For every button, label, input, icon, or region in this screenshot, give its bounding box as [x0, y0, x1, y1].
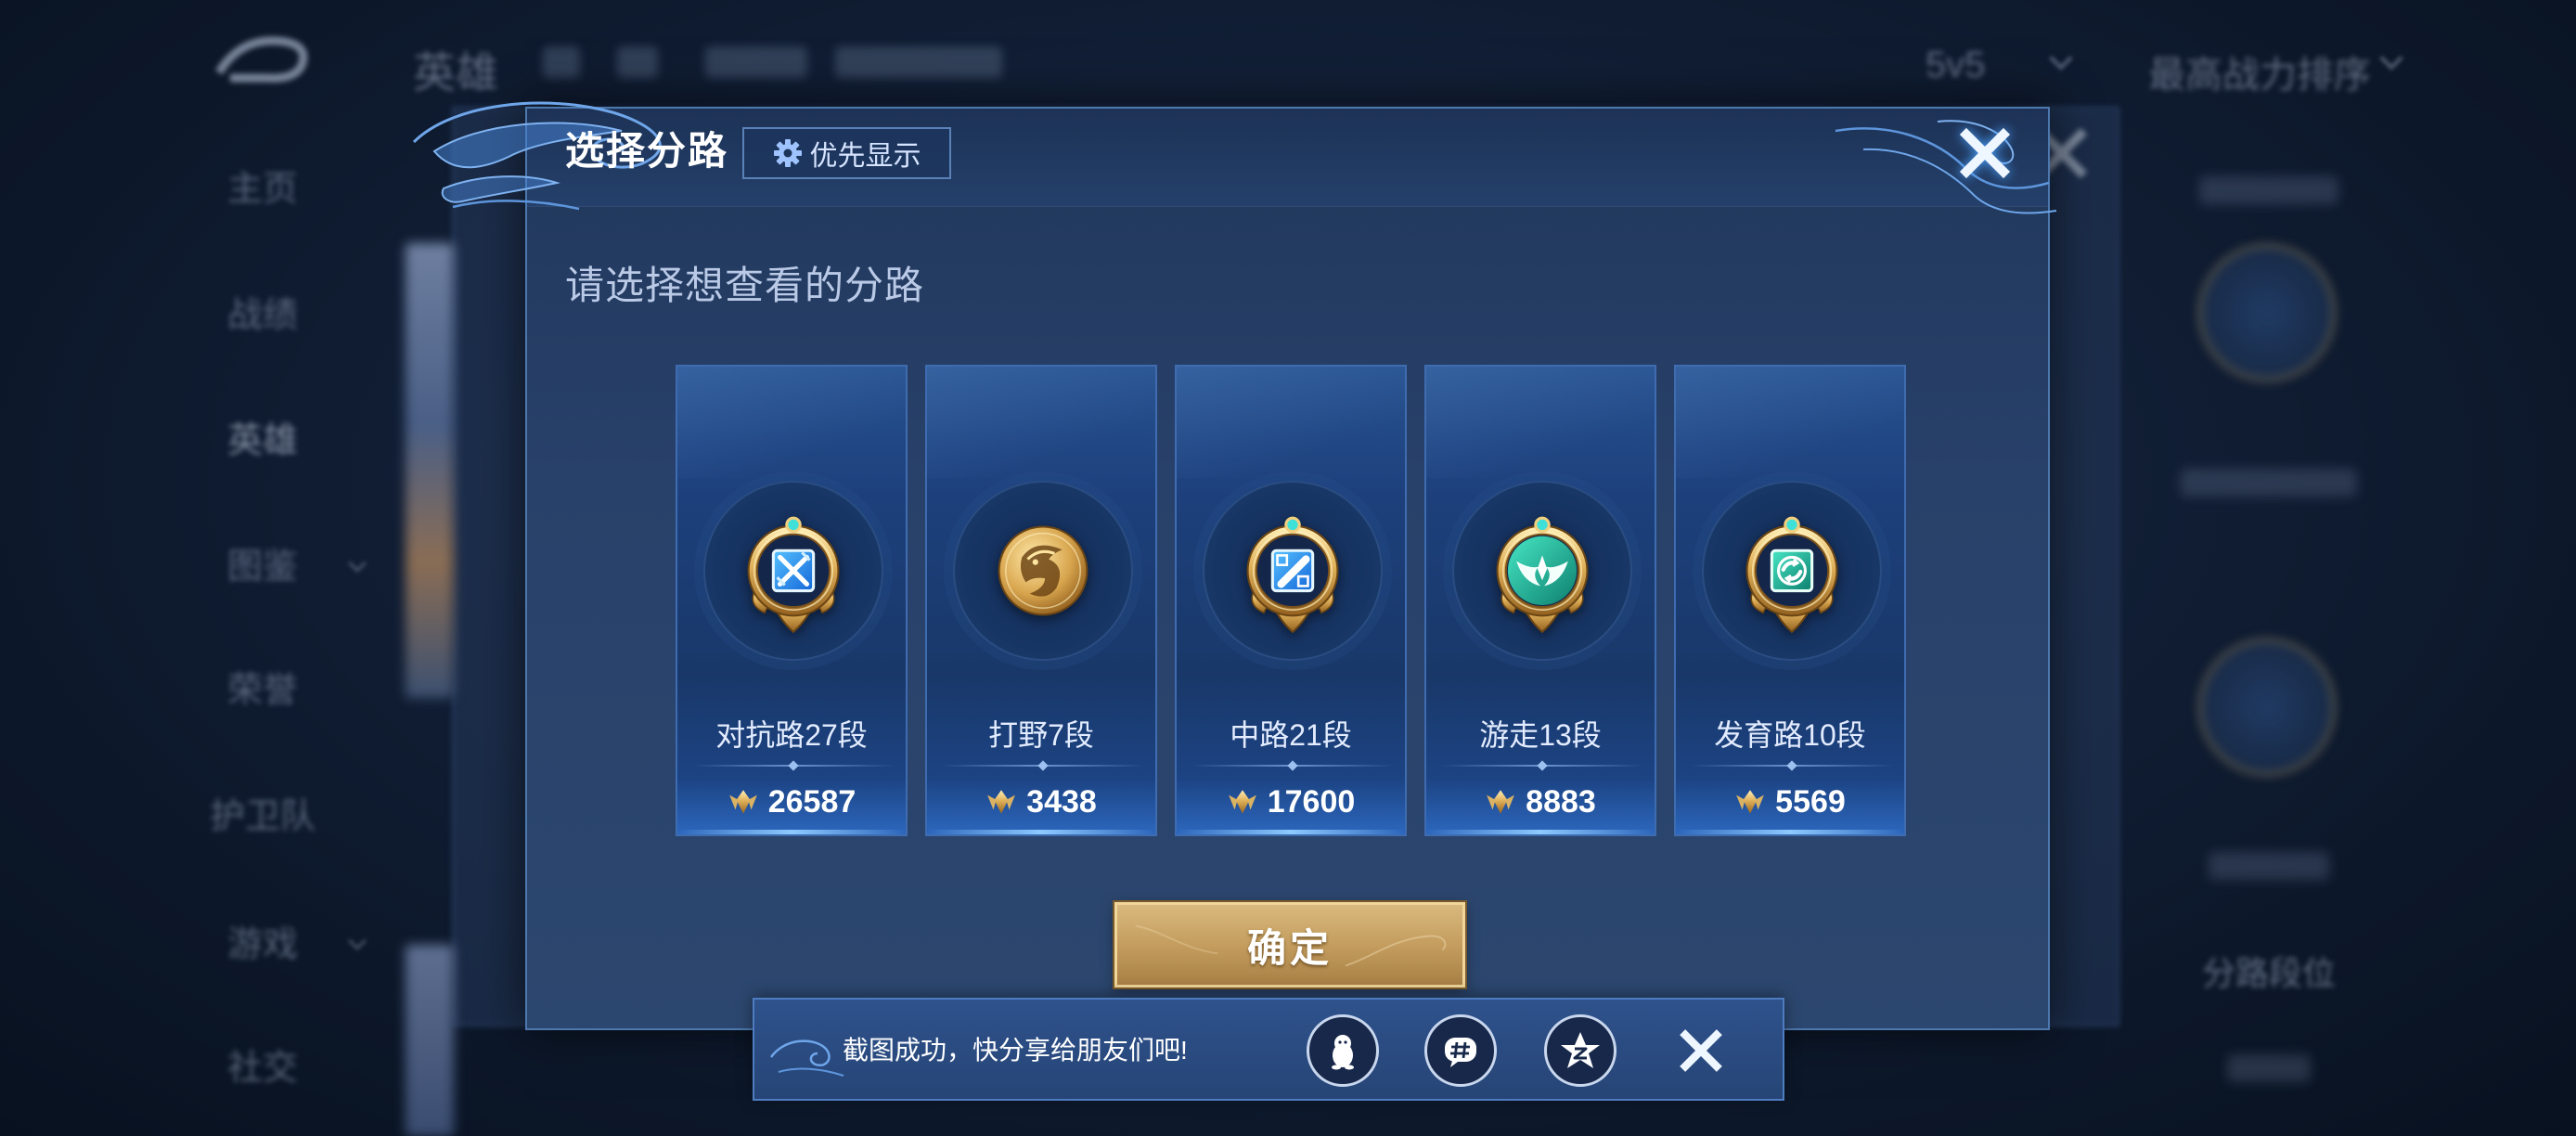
top-bar-tab[interactable] [617, 46, 658, 78]
lane-label: 游走13段 [1479, 718, 1602, 752]
lane-score: 26587 [677, 783, 906, 820]
power-icon [1736, 790, 1765, 814]
clash-lane-emblem-icon [747, 516, 840, 634]
lane-score: 3438 [927, 783, 1155, 820]
sidebar-item-honor[interactable]: 荣誉 [184, 668, 341, 713]
lane-card-roam[interactable]: 游走13段 8883 [1424, 365, 1656, 836]
lane-score: 8883 [1426, 783, 1655, 820]
card-glow [927, 830, 1155, 834]
chevron-down-icon [348, 932, 367, 950]
share-moments-button[interactable] [1424, 1014, 1497, 1087]
chevron-down-icon [2379, 46, 2403, 71]
card-glow [1426, 830, 1655, 834]
card-sheen [677, 367, 906, 478]
moments-icon [1445, 1038, 1476, 1067]
close-icon[interactable] [1676, 1026, 1726, 1076]
card-glow [1177, 830, 1405, 834]
card-sheen [1177, 367, 1405, 478]
lane-select-dialog: 选择分路 优先显示 请选择想查看的分路 对抗路27段 26587 打野7段 34… [412, 101, 2057, 1030]
lane-label: 中路21段 [1230, 718, 1352, 752]
qq-icon [1332, 1035, 1354, 1070]
lane-emblem-icon [2197, 243, 2337, 382]
lane-card-jungle[interactable]: 打野7段 3438 [925, 365, 1157, 836]
score-value: 5569 [1775, 783, 1846, 820]
lane-card-farm[interactable]: 发育路10段 5569 [1674, 365, 1906, 836]
divider [1440, 760, 1644, 771]
lane-card-mid[interactable]: 中路21段 17600 [1175, 365, 1407, 836]
chevron-down-icon [348, 554, 367, 573]
share-qzone-button[interactable] [1544, 1014, 1616, 1087]
power-icon [728, 790, 757, 814]
sidebar-item-games[interactable]: 游戏 [184, 923, 341, 967]
dialog-prompt: 请选择想查看的分路 [565, 264, 925, 307]
priority-display-button[interactable]: 优先显示 [742, 127, 951, 179]
sidebar-item-guard[interactable]: 护卫队 [184, 794, 341, 839]
confirm-label: 确定 [1246, 925, 1333, 970]
right-panel-label [2181, 469, 2357, 497]
close-icon[interactable] [1955, 123, 2015, 183]
card-sheen [1676, 367, 1904, 478]
sidebar-item-social[interactable]: 社交 [184, 1046, 341, 1091]
qzone-icon [1561, 1032, 1600, 1068]
jungle-emblem-icon [998, 525, 1088, 616]
sort-dropdown[interactable]: 最高战力排序 [2148, 45, 2371, 98]
mid-lane-emblem-icon [1246, 516, 1339, 634]
lane-label: 发育路10段 [1714, 718, 1866, 752]
score-value: 3438 [1026, 783, 1097, 820]
app-logo [215, 36, 308, 83]
lane-rank-tab[interactable]: 分路段位 [2171, 947, 2366, 995]
score-value: 8883 [1526, 783, 1596, 820]
priority-display-label: 优先显示 [809, 141, 921, 172]
roam-emblem-icon [1496, 516, 1589, 634]
cloud-ornament [1835, 120, 2057, 214]
mode-dropdown[interactable]: 5v5 [1926, 45, 1986, 86]
top-bar-tab[interactable] [835, 46, 1002, 78]
hero-artwork [406, 243, 454, 698]
card-sheen [1426, 367, 1655, 478]
divider [691, 760, 895, 771]
right-panel-label [2227, 1054, 2311, 1082]
confirm-button[interactable]: 确定 [1114, 902, 1465, 988]
divider [941, 760, 1145, 771]
lane-score: 17600 [1177, 783, 1405, 820]
sidebar-item-codex[interactable]: 图鉴 [184, 545, 341, 589]
farm-lane-emblem-icon [1745, 516, 1838, 634]
divider [1191, 760, 1395, 771]
sidebar-item-heroes[interactable]: 英雄 [184, 419, 341, 463]
power-icon [1487, 790, 1515, 814]
score-value: 26587 [767, 783, 857, 820]
share-message: 截图成功，快分享给朋友们吧! [843, 1036, 1188, 1065]
right-panel-label [2199, 176, 2338, 204]
chevron-down-icon [2049, 46, 2073, 71]
lane-label: 对抗路27段 [715, 718, 868, 752]
cloud-ornament [769, 1039, 844, 1077]
lane-emblem-icon [2197, 638, 2337, 777]
card-glow [677, 830, 906, 834]
divider [1690, 760, 1894, 771]
power-icon [987, 790, 1016, 814]
card-glow [1676, 830, 1904, 834]
hero-artwork [406, 945, 454, 1136]
lane-score: 5569 [1676, 783, 1904, 820]
sidebar-item-home[interactable]: 主页 [184, 167, 341, 212]
top-bar-tab[interactable] [543, 46, 580, 78]
dialog-title: 选择分路 [565, 129, 729, 173]
card-sheen [927, 367, 1155, 478]
top-bar-tab[interactable] [705, 46, 807, 78]
screenshot-share-bar: 截图成功，快分享给朋友们吧! [753, 998, 1784, 1101]
gear-icon [773, 139, 802, 167]
lane-card-list: 对抗路27段 26587 打野7段 3438 中路21段 17600 游走13段… [676, 365, 1906, 836]
sidebar-item-record[interactable]: 战绩 [184, 293, 341, 338]
share-qq-button[interactable] [1307, 1014, 1379, 1087]
power-icon [1228, 790, 1256, 814]
score-value: 17600 [1267, 783, 1356, 820]
right-panel-label [2209, 852, 2329, 880]
lane-label: 打野7段 [988, 718, 1094, 752]
lane-card-clash[interactable]: 对抗路27段 26587 [676, 365, 908, 836]
